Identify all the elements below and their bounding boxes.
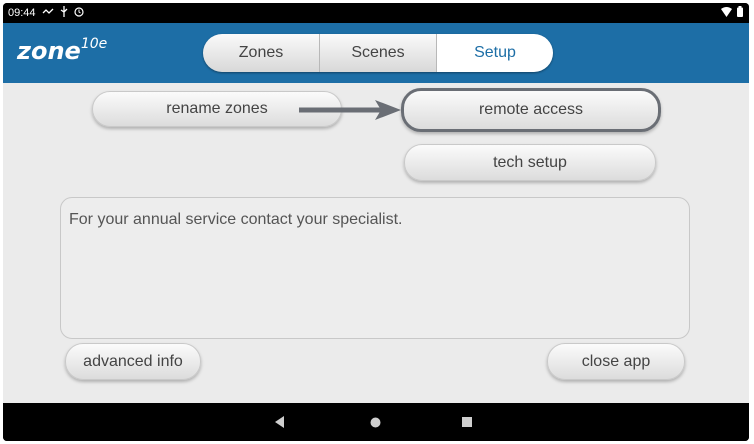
navigation-bar: [3, 403, 749, 441]
tech-setup-button[interactable]: tech setup: [404, 144, 656, 181]
back-icon[interactable]: [265, 403, 295, 441]
alarm-icon: [73, 6, 84, 20]
wifi-icon: [721, 6, 732, 20]
recents-icon[interactable]: [452, 403, 482, 441]
close-app-button[interactable]: close app: [547, 343, 685, 380]
home-icon[interactable]: [360, 403, 390, 441]
tab-setup[interactable]: Setup: [437, 34, 553, 72]
tab-zones[interactable]: Zones: [203, 34, 320, 72]
status-bar: 09:44: [3, 3, 749, 23]
status-time: 09:44: [8, 7, 36, 19]
app-logo: zone10e: [17, 36, 108, 65]
usb-icon: [60, 6, 68, 20]
remote-access-button[interactable]: remote access: [401, 88, 661, 132]
advanced-info-button[interactable]: advanced info: [65, 343, 201, 380]
setup-panel: rename zones remote access tech setup Fo…: [3, 83, 749, 403]
info-message-box: For your annual service contact your spe…: [60, 197, 690, 339]
arrow-right-icon: [299, 100, 401, 120]
tab-scenes[interactable]: Scenes: [320, 34, 437, 72]
tab-bar: Zones Scenes Setup: [203, 34, 553, 72]
missed-call-icon: [42, 7, 54, 20]
device-screen: 09:44 zone10e Zones Scenes Setup rename …: [3, 3, 749, 441]
logo-text: zone: [17, 37, 81, 65]
info-message: For your annual service contact your spe…: [69, 211, 403, 228]
battery-icon: [737, 6, 743, 20]
logo-superscript: 10e: [80, 36, 108, 52]
app-header: zone10e Zones Scenes Setup: [3, 23, 749, 83]
